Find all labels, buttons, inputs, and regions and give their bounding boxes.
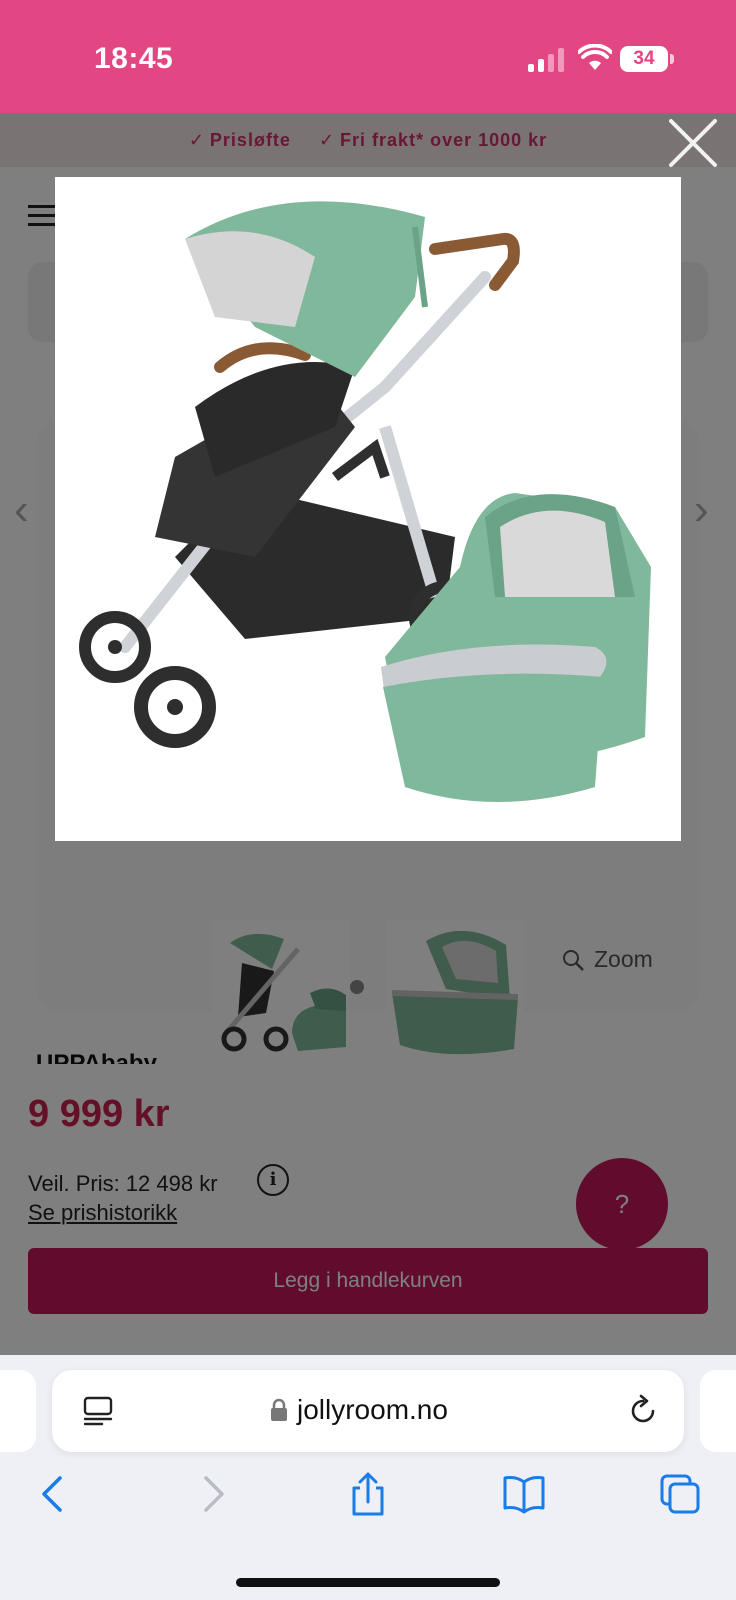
bookmarks-icon[interactable] [502,1472,546,1516]
cellular-signal-icon [528,48,564,72]
lock-icon [271,1398,287,1421]
reload-icon[interactable] [626,1394,660,1428]
status-bar: 18:45 34 [0,0,736,113]
share-icon[interactable] [346,1472,390,1516]
home-indicator[interactable] [236,1578,500,1587]
next-tab-preview[interactable] [700,1370,736,1452]
battery-icon: 34 [620,46,674,72]
tabs-icon[interactable] [658,1472,702,1516]
url-text[interactable]: jollyroom.no [297,1394,448,1426]
stroller-illustration [55,177,681,841]
previous-tab-preview[interactable] [0,1370,36,1452]
reader-icon[interactable] [82,1395,114,1427]
back-icon[interactable] [32,1472,76,1516]
forward-icon[interactable] [190,1472,234,1516]
wifi-icon [578,44,612,70]
lightbox-image [55,177,681,841]
status-time: 18:45 [94,42,174,75]
close-icon[interactable] [668,118,718,168]
